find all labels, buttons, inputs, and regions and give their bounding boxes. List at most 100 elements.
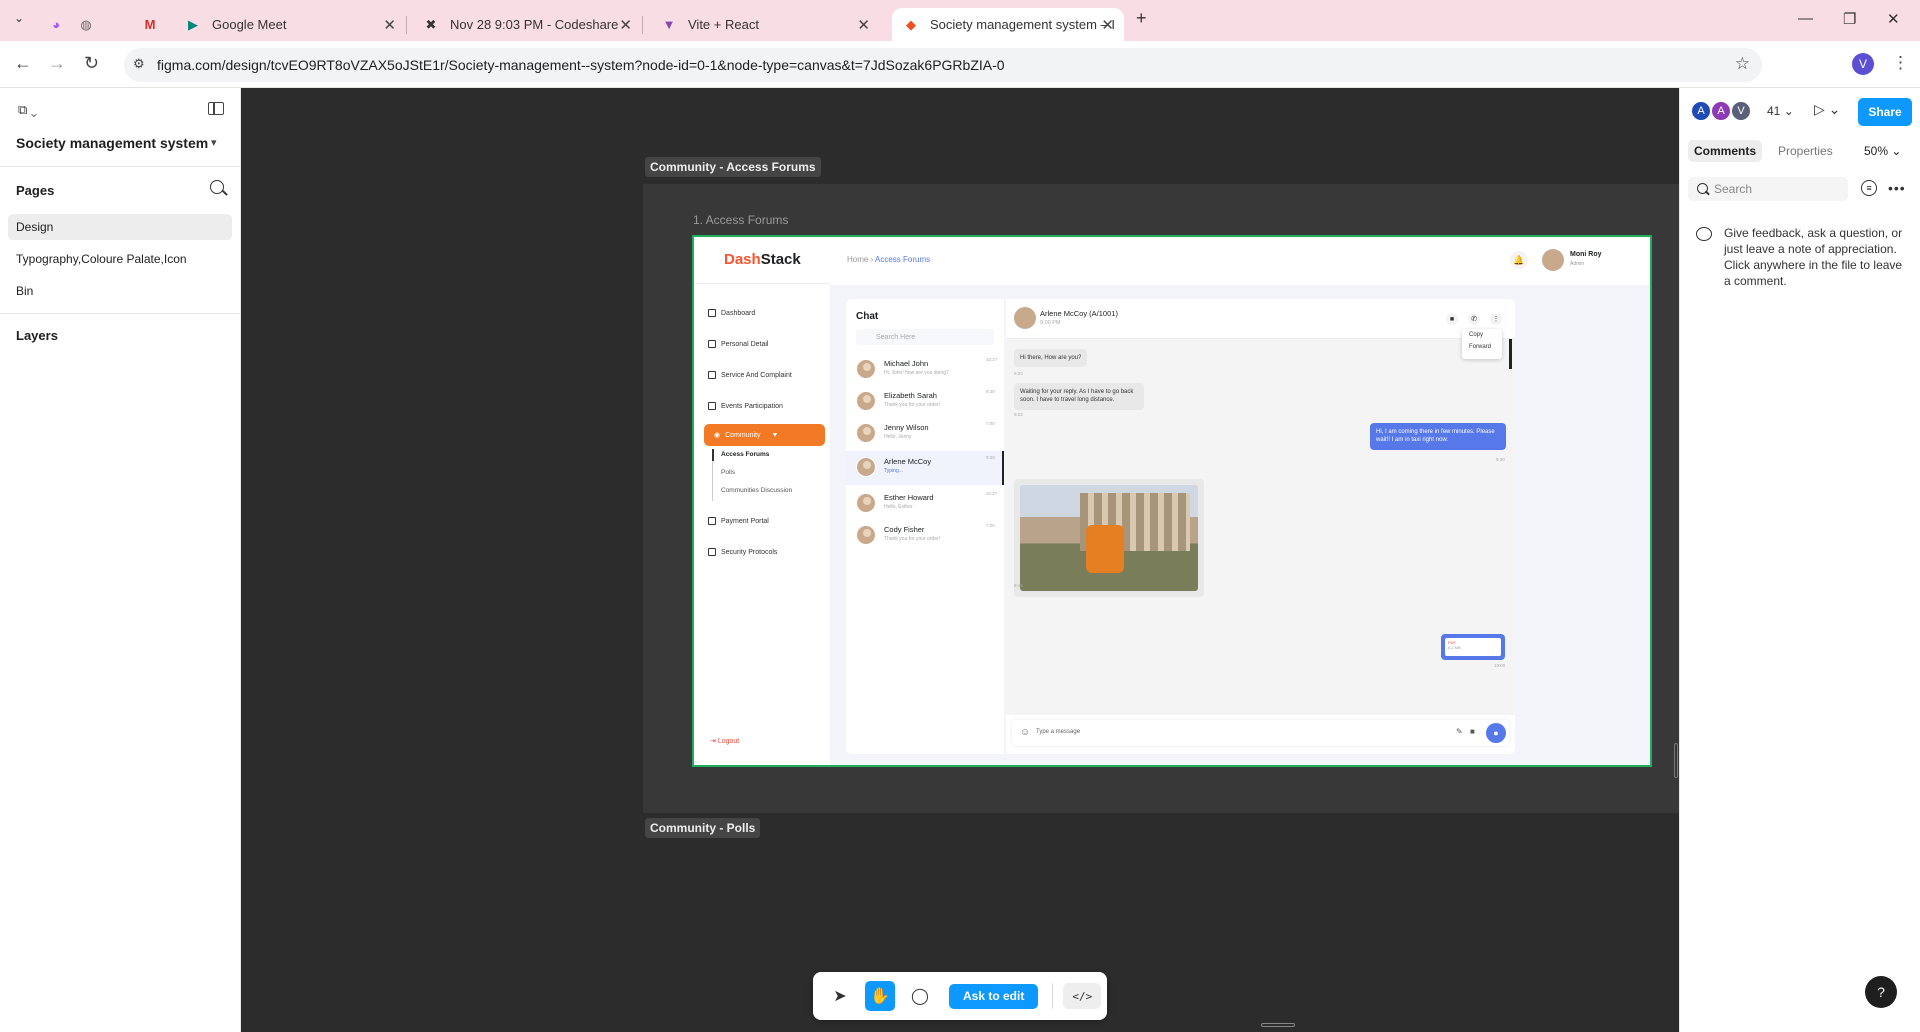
more-icon: ⋮ xyxy=(1490,313,1502,325)
panel-toggle-icon[interactable] xyxy=(208,102,224,115)
close-icon[interactable]: ✕ xyxy=(857,16,870,34)
chevron-down-icon[interactable]: ▾ xyxy=(211,136,217,149)
vertical-scrollbar[interactable] xyxy=(1674,743,1678,778)
figma-right-panel: A A V 41 ⌄ ▷ ⌄ Share Comments Properties… xyxy=(1679,88,1920,1032)
help-button[interactable]: ? xyxy=(1865,976,1897,1008)
bell-icon: 🔔 xyxy=(1510,251,1528,269)
browser-tab-strip: ⌄ ◕ ◍ M ▶ Google Meet ✕ ✖ Nov 28 9:03 PM… xyxy=(0,0,1920,41)
tab-properties[interactable]: Properties xyxy=(1772,140,1839,162)
ds-nav-events: Events Participation xyxy=(708,402,783,410)
page-design[interactable]: Design xyxy=(8,214,232,240)
profile-avatar[interactable]: V xyxy=(1852,53,1874,75)
minimize-icon[interactable]: — xyxy=(1798,10,1813,27)
tab-title: Society management system – I xyxy=(930,17,1115,32)
search-icon[interactable] xyxy=(210,180,224,194)
list-item: Jenny Wilson Hello, Jenny 7:00 xyxy=(846,417,1004,451)
ds-chat-name: Arlene McCoy (A/1001) xyxy=(1040,309,1118,318)
horizontal-scrollbar[interactable] xyxy=(1261,1023,1295,1027)
ds-sub-access-forums: Access Forums xyxy=(721,451,770,458)
browser-menu-icon[interactable]: ⋮ xyxy=(1892,53,1909,73)
share-button[interactable]: Share xyxy=(1858,98,1912,126)
ask-to-edit-button[interactable]: Ask to edit xyxy=(949,983,1039,1009)
restore-icon[interactable]: ❐ xyxy=(1843,10,1856,28)
attach-icon: ✎ xyxy=(1456,727,1463,736)
ds-header: Home › Access Forums 🔔 Moni Roy Admin xyxy=(830,237,1650,285)
filter-icon[interactable]: ≡ xyxy=(1861,180,1877,196)
service-icon xyxy=(708,371,716,379)
tab-codeshare[interactable]: ✖ Nov 28 9:03 PM - Codeshare ✕ xyxy=(422,8,643,41)
hand-tool-icon[interactable]: ✋ xyxy=(865,981,895,1011)
ds-nav-community: ◉ Community ▼ xyxy=(704,424,825,446)
ds-nav-payment: Payment Portal xyxy=(708,517,769,525)
address-bar[interactable]: ⚙ figma.com/design/tcvEO9RT8oVZAX5oJStE1… xyxy=(124,48,1762,82)
frame-label[interactable]: 1. Access Forums xyxy=(693,213,788,227)
id-card-icon xyxy=(708,340,716,348)
present-play-icon[interactable]: ▷ ⌄ xyxy=(1814,101,1840,118)
move-tool-icon[interactable]: ➤ xyxy=(825,981,855,1011)
avatar xyxy=(856,493,876,513)
dev-mode-icon[interactable]: </> xyxy=(1063,983,1102,1009)
tab-vite[interactable]: ▼ Vite + React ✕ xyxy=(660,8,880,41)
more-options-icon[interactable]: ••• xyxy=(1888,180,1906,196)
tab-gmail[interactable]: M xyxy=(142,8,168,41)
tab-search-icon[interactable]: ⌄ xyxy=(14,11,24,25)
site-info-icon[interactable]: ⚙ xyxy=(133,56,145,72)
ds-chat-pane: Arlene McCoy (A/1001) 9:00 PM ■ ✆ ⋮ Hi t… xyxy=(1006,299,1515,754)
tab-pinned-1[interactable]: ◕ xyxy=(48,8,74,41)
comments-search-input[interactable]: Search xyxy=(1688,177,1848,201)
bookmark-star-icon[interactable]: ☆ xyxy=(1735,54,1750,74)
ds-user-role: Admin xyxy=(1570,261,1585,267)
new-tab-icon[interactable]: + xyxy=(1136,8,1147,29)
tab-figma-active[interactable]: ◆ Society management system – I ✕ xyxy=(892,8,1124,41)
avatar xyxy=(1014,307,1036,329)
section-label-access-forums[interactable]: Community - Access Forums xyxy=(645,157,821,177)
ds-sub-communities: Communities Discussion xyxy=(721,487,793,494)
collaborator-avatars[interactable]: A A V xyxy=(1690,100,1752,122)
collaborator-count[interactable]: 41 ⌄ xyxy=(1767,104,1794,118)
reload-icon[interactable]: ↻ xyxy=(84,53,99,74)
avatar xyxy=(1542,249,1564,271)
section-label-polls[interactable]: Community - Polls xyxy=(645,818,761,838)
ds-nav-personal: Personal Detail xyxy=(708,340,768,348)
design-frame-access-forums[interactable]: DashStack Dashboard Personal Detail Serv… xyxy=(692,235,1652,767)
file-name[interactable]: Society management system xyxy=(16,135,208,151)
layers-heading: Layers xyxy=(16,328,58,343)
ds-logout: ⇥ Logout xyxy=(710,738,740,745)
avatar[interactable]: V xyxy=(1730,100,1752,122)
tab-title: Vite + React xyxy=(688,17,759,32)
message-pdf: PDF 0.2 MB xyxy=(1441,634,1505,660)
list-item: Michael John Hi, John! how are you doing?… xyxy=(846,353,1004,387)
tab-google-meet[interactable]: ▶ Google Meet ✕ xyxy=(184,8,407,41)
phone-icon: ✆ xyxy=(1468,313,1480,325)
close-icon[interactable]: ✕ xyxy=(383,16,396,34)
tab-comments[interactable]: Comments xyxy=(1688,140,1763,162)
figma-menu-icon[interactable]: ⧉ ⌄ xyxy=(18,102,37,118)
zoom-dropdown[interactable]: 50% ⌄ xyxy=(1858,140,1907,162)
avatar xyxy=(856,359,876,379)
avatar xyxy=(856,423,876,443)
dashboard-icon xyxy=(708,309,716,317)
chevron-down-icon: ▼ xyxy=(771,431,779,439)
avatar[interactable]: A xyxy=(1710,100,1732,122)
comment-tool-icon[interactable]: ◯ xyxy=(905,981,935,1011)
list-item: Esther Howard Hello, Esther 10:27 xyxy=(846,487,1004,521)
back-icon[interactable]: ← xyxy=(14,53,32,74)
gmail-icon: M xyxy=(144,17,156,32)
message-in: Hi there, How are you? xyxy=(1014,349,1088,368)
tab-title: Nov 28 9:03 PM - Codeshare xyxy=(450,17,619,32)
pinned-app-icon: ◕ xyxy=(52,17,60,32)
close-icon[interactable]: ✕ xyxy=(1101,16,1114,34)
camera-icon: ■ xyxy=(1470,727,1475,736)
mic-icon: ● xyxy=(1486,723,1506,743)
ds-sidebar: DashStack Dashboard Personal Detail Serv… xyxy=(694,237,830,765)
page-typography[interactable]: Typography,Coloure Palate,Icon xyxy=(8,246,232,272)
figma-canvas[interactable]: Community - Access Forums 1. Access Foru… xyxy=(241,88,1679,1032)
page-bin[interactable]: Bin xyxy=(8,278,232,304)
close-icon[interactable]: ✕ xyxy=(619,16,632,34)
figma-bottom-toolbar: ➤ ✋ ◯ Ask to edit </> xyxy=(813,972,1107,1020)
avatar[interactable]: A xyxy=(1690,100,1712,122)
window-close-icon[interactable]: ✕ xyxy=(1887,10,1900,28)
tab-pinned-2[interactable]: ◍ xyxy=(78,8,104,41)
forward-icon[interactable]: → xyxy=(48,53,66,74)
ds-nav-security: Security Protocols xyxy=(708,548,777,556)
